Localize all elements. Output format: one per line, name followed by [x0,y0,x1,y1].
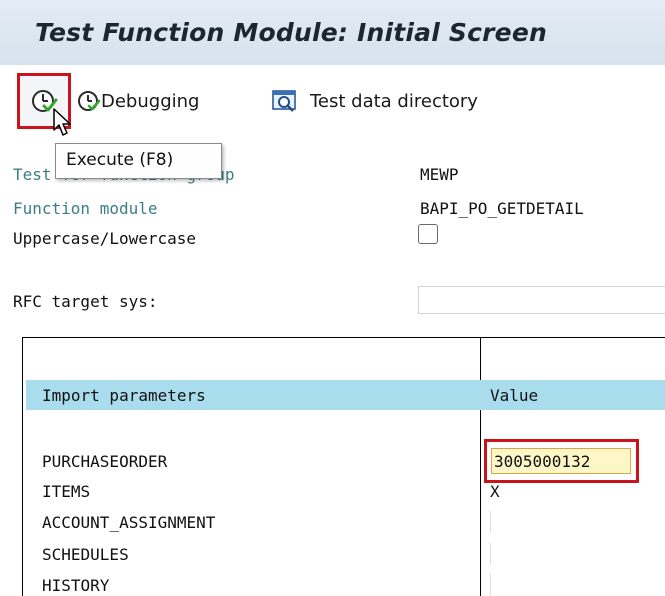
debugging-button[interactable]: Debugging [77,89,199,113]
param-name-history: HISTORY [42,576,110,595]
account-assignment-value-input[interactable] [490,511,504,533]
application-toolbar: Debugging Test data directory [0,65,665,139]
history-value-input[interactable] [490,574,504,596]
function-module-label: Function module [13,199,158,218]
uppercase-lowercase-checkbox[interactable] [418,224,438,244]
param-name-account-assignment: ACCOUNT_ASSIGNMENT [42,513,216,532]
param-name-items: ITEMS [42,482,91,501]
items-value-input[interactable]: X [490,482,500,501]
screen-title: Test Function Module: Initial Screen [35,18,547,47]
value-header: Value [490,386,539,405]
rfc-target-sys-label: RFC target sys: [13,292,158,311]
execute-tooltip: Execute (F8) [55,143,222,179]
function-group-value: MEWP [420,165,459,184]
debugging-icon [78,91,101,111]
uppercase-lowercase-label: Uppercase/Lowercase [13,229,197,248]
schedules-value-input[interactable] [490,543,504,565]
debugging-label: Debugging [101,90,200,112]
import-parameters-header: Import parameters [42,386,206,405]
table-column-divider [480,337,481,596]
param-name-purchaseorder: PURCHASEORDER [42,452,168,471]
test-data-directory-button[interactable]: Test data directory [272,89,478,113]
function-module-value: BAPI_PO_GETDETAIL [420,199,584,218]
test-data-directory-icon [272,90,296,112]
param-name-schedules: SCHEDULES [42,545,129,564]
rfc-target-sys-input[interactable] [418,286,665,314]
purchaseorder-value-input[interactable]: 3005000132 [491,448,631,474]
mouse-cursor-icon [53,108,71,136]
title-bar: Test Function Module: Initial Screen [0,0,665,65]
test-data-directory-label: Test data directory [310,90,478,112]
